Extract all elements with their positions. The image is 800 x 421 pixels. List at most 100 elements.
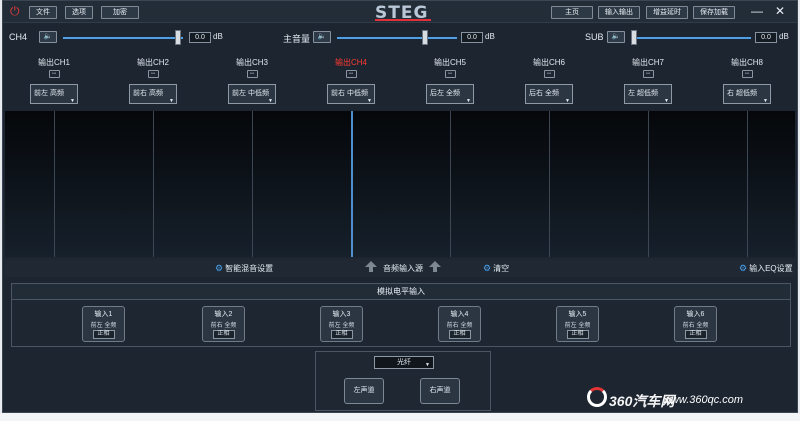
left-channel-button[interactable]: 左声道 — [344, 378, 384, 404]
master-speaker-icon[interactable]: 🔈 — [313, 31, 331, 43]
output-channel-1: 输出CH1 ꟷ 前左 高频 ▼ — [9, 57, 99, 104]
sub-volume-label: SUB — [585, 32, 604, 42]
menu-file-button[interactable]: 文件 — [29, 6, 57, 19]
graph-toolbar: ⚙ 智能混音设置 音频输入源 ⚙ 清空 ⚙ 输入EQ设置 — [5, 259, 795, 277]
channel-source-select[interactable]: 左 超低频 ▼ — [624, 84, 672, 104]
up-arrow-icon[interactable] — [429, 261, 441, 272]
output-channel-title[interactable]: 输出CH4 — [306, 57, 396, 67]
menu-encrypt-button[interactable]: 加密 — [101, 6, 139, 19]
output-channel-title[interactable]: 输出CH3 — [207, 57, 297, 67]
phase-button[interactable]: 正相 — [212, 330, 235, 339]
master-volume-value[interactable]: 0.0 — [461, 32, 483, 43]
tab-home[interactable]: 主页 — [551, 6, 593, 19]
link-icon[interactable]: ꟷ — [444, 70, 456, 78]
ch4-volume-slider[interactable] — [63, 37, 183, 39]
input-eq-settings-button[interactable]: ⚙ 输入EQ设置 — [739, 263, 793, 274]
sub-speaker-icon[interactable]: 🔈 — [607, 31, 625, 43]
analog-input-4[interactable]: 输入4 前右 全频 正相 — [438, 306, 481, 342]
analog-input-5[interactable]: 输入5 前左 全频 正相 — [556, 306, 599, 342]
channel-line — [648, 111, 649, 257]
sub-volume-thumb[interactable] — [631, 30, 637, 45]
routing-graph[interactable] — [5, 111, 795, 257]
output-channel-4: 输出CH4 ꟷ 前右 中低频 ▼ — [306, 57, 396, 104]
link-icon[interactable]: ꟷ — [246, 70, 258, 78]
link-icon[interactable]: ꟷ — [741, 70, 753, 78]
channel-source-select[interactable]: 前右 高频 ▼ — [129, 84, 177, 104]
channel-line — [252, 111, 253, 257]
master-volume-thumb[interactable] — [422, 30, 428, 45]
phase-button[interactable]: 正相 — [566, 330, 589, 339]
fiber-input-panel: 光纤 ▼ 左声道 右声道 — [315, 351, 491, 411]
channel-line — [153, 111, 154, 257]
analog-input-3[interactable]: 输入3 前左 全频 正相 — [320, 306, 363, 342]
ch4-volume-value[interactable]: 0.0 — [189, 32, 211, 43]
smart-mix-settings-button[interactable]: ⚙ 智能混音设置 — [215, 263, 273, 274]
channel-source-select[interactable]: 前右 中低频 ▼ — [327, 84, 375, 104]
link-icon[interactable]: ꟷ — [543, 70, 555, 78]
analog-input-panel: 模拟电平输入 输入1 前左 全频 正相 输入2 前右 全频 正相 输入3 前左 全频 正相 … — [11, 283, 791, 347]
output-channel-5: 输出CH5 ꟷ 后左 全频 ▼ — [405, 57, 495, 104]
output-channel-6: 输出CH6 ꟷ 后右 全频 ▼ — [504, 57, 594, 104]
channel-line — [549, 111, 550, 257]
analog-input-2[interactable]: 输入2 前右 全频 正相 — [202, 306, 245, 342]
channel-source-select[interactable]: 前左 高频 ▼ — [30, 84, 78, 104]
channel-source-select[interactable]: 后右 全频 ▼ — [525, 84, 573, 104]
master-volume-slider[interactable] — [337, 37, 457, 39]
output-channel-7: 输出CH7 ꟷ 左 超低频 ▼ — [603, 57, 693, 104]
close-icon[interactable]: ✕ — [775, 4, 785, 18]
analog-input-title: 模拟电平输入 — [12, 284, 790, 300]
gear-icon: ⚙ — [739, 263, 748, 273]
master-volume-label: 主音量 — [283, 34, 311, 44]
output-channel-2: 输出CH2 ꟷ 前右 高频 ▼ — [108, 57, 198, 104]
phase-button[interactable]: 正相 — [448, 330, 471, 339]
watermark-url: www.360qc.com — [663, 394, 744, 406]
channel-line-active — [351, 111, 353, 257]
link-icon[interactable]: ꟷ — [642, 70, 654, 78]
analog-input-6[interactable]: 输入6 前右 全频 正相 — [674, 306, 717, 342]
phase-button[interactable]: 正相 — [92, 330, 115, 339]
ch4-speaker-icon[interactable]: 🔈 — [39, 31, 57, 43]
output-channel-3: 输出CH3 ꟷ 前左 中低频 ▼ — [207, 57, 297, 104]
logo-underline — [375, 19, 431, 21]
output-channel-title[interactable]: 输出CH1 — [9, 57, 99, 67]
phase-button[interactable]: 正相 — [684, 330, 707, 339]
up-arrow-icon[interactable] — [365, 261, 377, 272]
channel-line — [450, 111, 451, 257]
tab-gain-delay[interactable]: 增益延时 — [646, 6, 688, 19]
output-channel-title[interactable]: 输出CH8 — [702, 57, 792, 67]
power-icon[interactable]: ⏻ — [10, 5, 22, 17]
fiber-source-select[interactable]: 光纤 ▼ — [374, 356, 434, 369]
analog-input-1[interactable]: 输入1 前左 全频 正相 — [82, 306, 125, 342]
minimize-icon[interactable]: — — [751, 4, 763, 18]
watermark-logo-icon — [587, 387, 607, 407]
output-channel-8: 输出CH8 ꟷ 右 超低频 ▼ — [702, 57, 792, 104]
link-icon[interactable]: ꟷ — [147, 70, 159, 78]
channel-source-select[interactable]: 前左 中低频 ▼ — [228, 84, 276, 104]
output-channel-title[interactable]: 输出CH5 — [405, 57, 495, 67]
audio-source-label: 音频输入源 — [383, 264, 423, 273]
channel-source-select[interactable]: 后左 全频 ▼ — [426, 84, 474, 104]
ch4-volume-thumb[interactable] — [175, 30, 181, 45]
app-window: ⏻ 文件 选项 加密 STEG 主页 输入输出 增益延时 保存加载 — ✕ CH… — [2, 0, 798, 413]
sub-volume-unit: dB — [779, 32, 789, 41]
master-volume-unit: dB — [485, 32, 495, 41]
tab-save-load[interactable]: 保存加载 — [693, 6, 735, 19]
clear-button[interactable]: ⚙ 清空 — [483, 263, 509, 274]
phase-button[interactable]: 正相 — [330, 330, 353, 339]
right-channel-button[interactable]: 右声道 — [420, 378, 460, 404]
sub-volume-slider[interactable] — [631, 37, 751, 39]
ch4-volume-label: CH4 — [9, 32, 28, 42]
link-icon[interactable]: ꟷ — [345, 70, 357, 78]
link-icon[interactable]: ꟷ — [48, 70, 60, 78]
channel-line — [54, 111, 55, 257]
page-background-strip — [0, 413, 800, 421]
menu-options-button[interactable]: 选项 — [65, 6, 93, 19]
output-channel-title[interactable]: 输出CH6 — [504, 57, 594, 67]
output-channel-title[interactable]: 输出CH7 — [603, 57, 693, 67]
tab-input-output[interactable]: 输入输出 — [598, 6, 640, 19]
output-channel-title[interactable]: 输出CH2 — [108, 57, 198, 67]
channel-source-select[interactable]: 右 超低频 ▼ — [723, 84, 771, 104]
gear-icon: ⚙ — [215, 263, 224, 273]
sub-volume-value[interactable]: 0.0 — [755, 32, 777, 43]
gear-icon: ⚙ — [483, 263, 492, 273]
